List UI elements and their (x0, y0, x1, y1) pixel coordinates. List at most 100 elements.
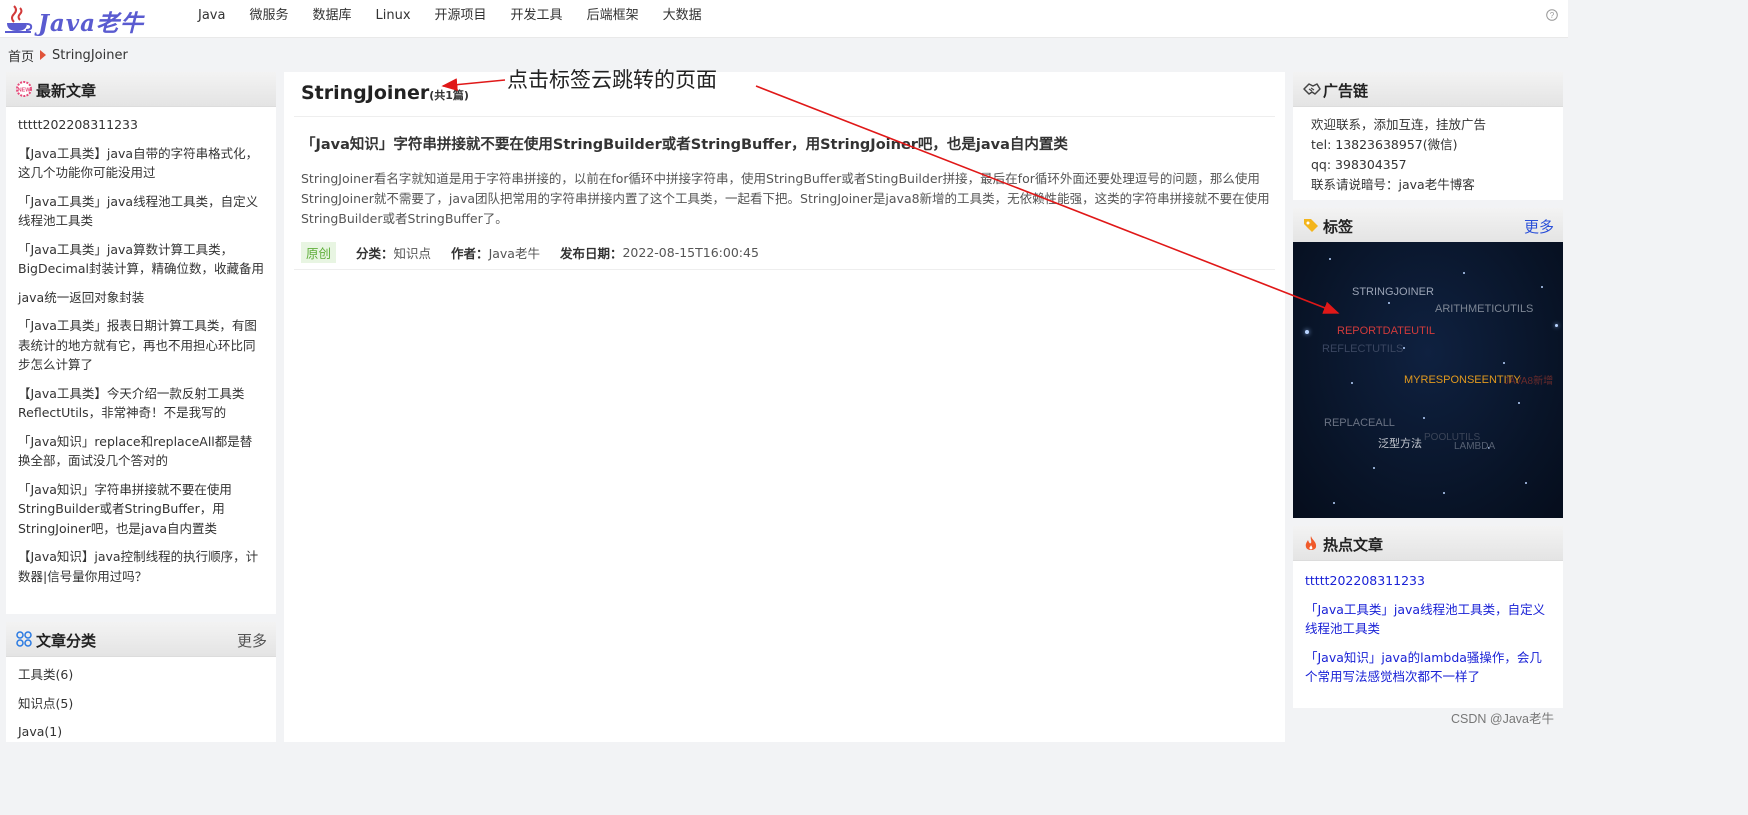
author-label: 作者： (451, 245, 489, 261)
handshake-icon (1303, 83, 1321, 95)
new-badge-icon: NEW (16, 81, 32, 97)
tag-heading: StringJoiner(共1篇) (301, 82, 469, 104)
star (1423, 417, 1425, 419)
nav-microservices[interactable]: 微服务 (237, 0, 300, 37)
tags-panel: 标签 更多 STRINGJOINER ARITHMETICUTILS REPOR… (1293, 208, 1563, 518)
star (1518, 402, 1520, 404)
annotation-text: 点击标签云跳转的页面 (507, 68, 717, 92)
tag-lambda[interactable]: LAMBDA (1454, 441, 1495, 452)
main-nav: Java 微服务 数据库 Linux 开源项目 开发工具 后端框架 大数据 (186, 0, 714, 37)
hot-articles-list: ttttt202208311233 「Java工具类」java线程池工具类，自定… (1293, 561, 1563, 687)
star (1443, 492, 1445, 494)
list-item[interactable]: 「Java知识」字符串拼接就不要在使用StringBuilder或者String… (18, 480, 264, 539)
nav-java[interactable]: Java (186, 0, 237, 37)
star (1541, 286, 1543, 288)
list-item[interactable]: 【Java知识】java控制线程的执行顺序，计数器|信号量你用过吗？ (18, 547, 264, 586)
nav-linux[interactable]: Linux (364, 0, 423, 37)
hot-article-link[interactable]: 「Java工具类」java线程池工具类，自定义线程池工具类 (1305, 600, 1551, 639)
divider (294, 269, 1275, 270)
tag-cloud: STRINGJOINER ARITHMETICUTILS REPORTDATEU… (1293, 242, 1563, 518)
categories-header: 文章分类 更多 (6, 622, 276, 657)
star (1525, 482, 1527, 484)
categories-more-link[interactable]: 更多 (237, 630, 267, 651)
fire-icon (1305, 536, 1317, 550)
svg-text:?: ? (1550, 11, 1555, 20)
hot-articles-header: 热点文章 (1293, 526, 1563, 561)
star (1503, 362, 1505, 364)
category-label: 分类： (356, 245, 394, 261)
breadcrumb: 首页 StringJoiner (8, 46, 128, 65)
nav-big-data[interactable]: 大数据 (651, 0, 714, 37)
ad-line: 欢迎联系，添加互连，挂放广告 (1311, 117, 1487, 132)
list-item[interactable]: 「Java工具类」报表日期计算工具类，有图表统计的地方就有它，再也不用担心环比同… (18, 316, 264, 375)
tag-myresponseentity[interactable]: MYRESPONSEENTITY (1404, 374, 1521, 386)
ad-header: 广告链 (1293, 72, 1563, 107)
top-navbar: Java老牛 Java 微服务 数据库 Linux 开源项目 开发工具 后端框架… (0, 0, 1568, 38)
hot-article-link[interactable]: ttttt202208311233 (1305, 571, 1551, 591)
star (1329, 258, 1331, 260)
category-value[interactable]: 知识点 (394, 243, 432, 262)
latest-articles-list: ttttt202208311233 【Java工具类】java自带的字符串格式化… (6, 107, 276, 586)
star (1373, 467, 1375, 469)
category-item[interactable]: Java(1) (18, 722, 264, 742)
tag-reflectutils[interactable]: REFLECTUTILS (1322, 343, 1403, 355)
date-value: 2022-08-15T16:00:45 (622, 244, 759, 260)
caret-right-icon (40, 50, 47, 60)
latest-articles-panel: NEW 最新文章 ttttt202208311233 【Java工具类】java… (6, 72, 276, 614)
star (1305, 330, 1309, 334)
category-item[interactable]: 工具类(6) (18, 665, 264, 685)
list-item[interactable]: 「Java工具类」java算数计算工具类，BigDecimal封装计算，精确位数… (18, 240, 264, 279)
breadcrumb-current: StringJoiner (52, 47, 128, 63)
coffee-cup-icon (5, 5, 33, 33)
hot-articles-title: 热点文章 (1323, 536, 1384, 554)
tag-arithmeticutils[interactable]: ARITHMETICUTILS (1435, 303, 1533, 315)
list-item[interactable]: 【Java工具类】今天介绍一款反射工具类ReflectUtils，非常神奇！不是… (18, 384, 264, 423)
site-logo[interactable]: Java老牛 (4, 2, 154, 37)
ad-line: 联系请说暗号：java老牛博客 (1311, 177, 1475, 192)
tag-replaceall[interactable]: REPLACEALL (1324, 417, 1395, 429)
latest-articles-title: 最新文章 (36, 82, 97, 100)
star (1351, 382, 1353, 384)
tags-more-link[interactable]: 更多 (1524, 216, 1554, 237)
star (1555, 324, 1558, 327)
ad-line: qq: 398304357 (1311, 157, 1407, 172)
star (1403, 347, 1405, 349)
article-title-link[interactable]: 「Java知识」字符串拼接就不要在使用StringBuilder或者String… (301, 133, 1271, 154)
star (1388, 302, 1390, 304)
hot-articles-panel: 热点文章 ttttt202208311233 「Java工具类」java线程池工… (1293, 526, 1563, 708)
tag-reportdateutil[interactable]: REPORTDATEUTIL (1337, 325, 1435, 337)
ad-panel: 广告链 欢迎联系，添加互连，挂放广告 tel: 13823638957(微信) … (1293, 72, 1563, 200)
tag-title: StringJoiner (301, 82, 430, 104)
tags-title: 标签 (1323, 218, 1354, 236)
ad-text: 欢迎联系，添加互连，挂放广告 tel: 13823638957(微信) qq: … (1293, 107, 1563, 195)
tag-generic-method[interactable]: 泛型方法 (1378, 435, 1422, 451)
list-item[interactable]: 「Java知识」replace和replaceAll都是替换全部，面试没几个答对… (18, 432, 264, 471)
nav-open-source[interactable]: 开源项目 (423, 0, 499, 37)
list-item[interactable]: ttttt202208311233 (18, 115, 264, 135)
nav-dev-tools[interactable]: 开发工具 (499, 0, 575, 37)
hot-article-link[interactable]: 「Java知识」java的lambda骚操作，会几个常用写法感觉档次都不一样了 (1305, 648, 1551, 687)
breadcrumb-home[interactable]: 首页 (8, 46, 34, 65)
tag-stringjoiner[interactable]: STRINGJOINER (1352, 286, 1434, 298)
list-item[interactable]: 「Java工具类」java线程池工具类，自定义线程池工具类 (18, 192, 264, 231)
ad-line: tel: 13823638957(微信) (1311, 137, 1458, 152)
article-meta: 原创 分类： 知识点 作者： Java老牛 发布日期： 2022-08-15T1… (301, 241, 759, 263)
nav-backend-frameworks[interactable]: 后端框架 (575, 0, 651, 37)
categories-list: 工具类(6) 知识点(5) Java(1) (6, 657, 276, 742)
help-icon[interactable]: ? (1546, 9, 1558, 21)
original-badge: 原创 (301, 241, 337, 263)
star (1463, 272, 1465, 274)
category-item[interactable]: 知识点(5) (18, 694, 264, 714)
list-item[interactable]: 【Java工具类】java自带的字符串格式化，这几个功能你可能没用过 (18, 144, 264, 183)
svg-text:NEW: NEW (18, 88, 32, 94)
categories-panel: 文章分类 更多 工具类(6) 知识点(5) Java(1) (6, 622, 276, 742)
nav-database[interactable]: 数据库 (300, 0, 363, 37)
grid-icon (16, 631, 32, 647)
latest-articles-header: NEW 最新文章 (6, 72, 276, 107)
author-value: Java老牛 (488, 245, 540, 261)
tag-icon (1304, 219, 1318, 232)
categories-title: 文章分类 (36, 632, 97, 650)
star (1333, 502, 1335, 504)
list-item[interactable]: java统一返回对象封装 (18, 288, 264, 308)
tags-header: 标签 更多 (1293, 208, 1563, 243)
